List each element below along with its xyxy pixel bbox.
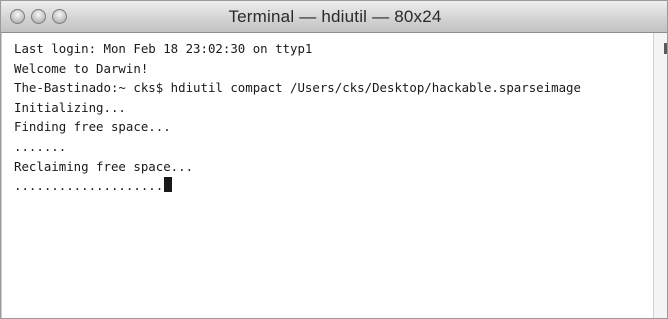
terminal-window: Terminal — hdiutil — 80x24 Last login: M… xyxy=(0,0,668,319)
text-cursor xyxy=(164,177,173,193)
terminal-prompt-line: .................... xyxy=(14,176,653,196)
terminal-line: Initializing... xyxy=(14,99,126,115)
title-bar[interactable]: Terminal — hdiutil — 80x24 xyxy=(1,1,667,33)
window-title: Terminal — hdiutil — 80x24 xyxy=(228,7,442,26)
scrollbar-thumb[interactable] xyxy=(664,43,667,54)
vertical-scrollbar[interactable] xyxy=(653,33,667,318)
terminal-line: Last login: Mon Feb 18 23:02:30 on ttyp1 xyxy=(14,41,313,56)
terminal-line: ....... xyxy=(14,138,67,154)
terminal-line: .................... xyxy=(14,178,164,194)
terminal-line: Welcome to Darwin! xyxy=(14,60,149,76)
terminal-line: Finding free space... xyxy=(14,119,171,135)
terminal-line: The-Bastinado:~ cks$ hdiutil compact /Us… xyxy=(14,80,581,96)
terminal-content[interactable]: Last login: Mon Feb 18 23:02:30 on ttyp1… xyxy=(1,33,653,318)
terminal-line: Reclaiming free space... xyxy=(14,158,194,174)
